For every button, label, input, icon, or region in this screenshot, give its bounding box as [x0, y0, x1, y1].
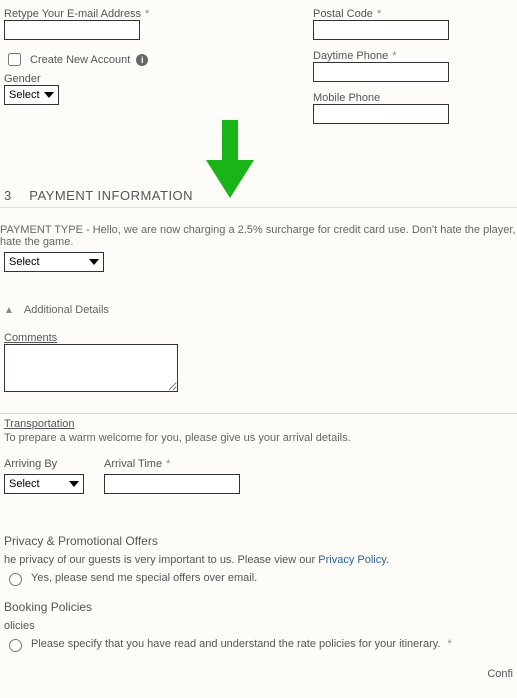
info-icon[interactable]: i — [136, 54, 148, 66]
payment-type-select[interactable]: Select — [4, 252, 104, 272]
payment-type-text: PAYMENT TYPE - Hello, we are now chargin… — [0, 222, 517, 250]
privacy-text: he privacy of our guests is very importa… — [4, 554, 513, 566]
booking-sub: olicies — [4, 620, 513, 632]
daytime-phone-label: Daytime Phone* — [313, 50, 513, 62]
comments-label: Comments — [4, 332, 57, 344]
retype-email-input[interactable] — [4, 20, 140, 40]
daytime-phone-input[interactable] — [313, 62, 449, 82]
privacy-policy-link[interactable]: Privacy Policy — [318, 554, 386, 566]
divider — [0, 413, 517, 414]
arrival-time-label: Arrival Time* — [104, 458, 240, 470]
create-account-label: Create New Account — [30, 54, 130, 66]
booking-header: Booking Policies — [4, 600, 513, 614]
transportation-header: Transportation — [4, 418, 75, 430]
offers-label: Yes, please send me special offers over … — [31, 572, 257, 584]
gender-label: Gender — [4, 73, 304, 85]
section-3-header: 3 PAYMENT INFORMATION — [0, 184, 517, 208]
create-account-checkbox[interactable] — [8, 53, 21, 66]
mobile-phone-input[interactable] — [313, 104, 449, 124]
arrival-time-input[interactable] — [104, 474, 240, 494]
additional-details-toggle[interactable]: ▲ Additional Details — [0, 300, 517, 320]
postal-code-label: Postal Code* — [313, 8, 513, 20]
comments-textarea[interactable] — [4, 344, 178, 392]
mobile-phone-label: Mobile Phone — [313, 92, 513, 104]
policies-label: Please specify that you have read and un… — [31, 638, 452, 650]
retype-email-label: Retype Your E-mail Address* — [4, 8, 304, 20]
transportation-note: To prepare a warm welcome for you, pleas… — [4, 432, 513, 444]
confirm-button[interactable]: Confi — [487, 668, 513, 680]
policies-checkbox[interactable] — [9, 639, 22, 652]
offers-checkbox[interactable] — [9, 573, 22, 586]
arriving-by-select[interactable]: Select — [4, 474, 84, 494]
postal-code-input[interactable] — [313, 20, 449, 40]
section-number: 3 — [4, 188, 11, 203]
privacy-header: Privacy & Promotional Offers — [4, 534, 513, 548]
gender-select[interactable]: Select — [4, 85, 59, 105]
section-title: PAYMENT INFORMATION — [29, 188, 193, 203]
arriving-by-label: Arriving By — [4, 458, 84, 470]
caret-up-icon: ▲ — [4, 305, 14, 316]
